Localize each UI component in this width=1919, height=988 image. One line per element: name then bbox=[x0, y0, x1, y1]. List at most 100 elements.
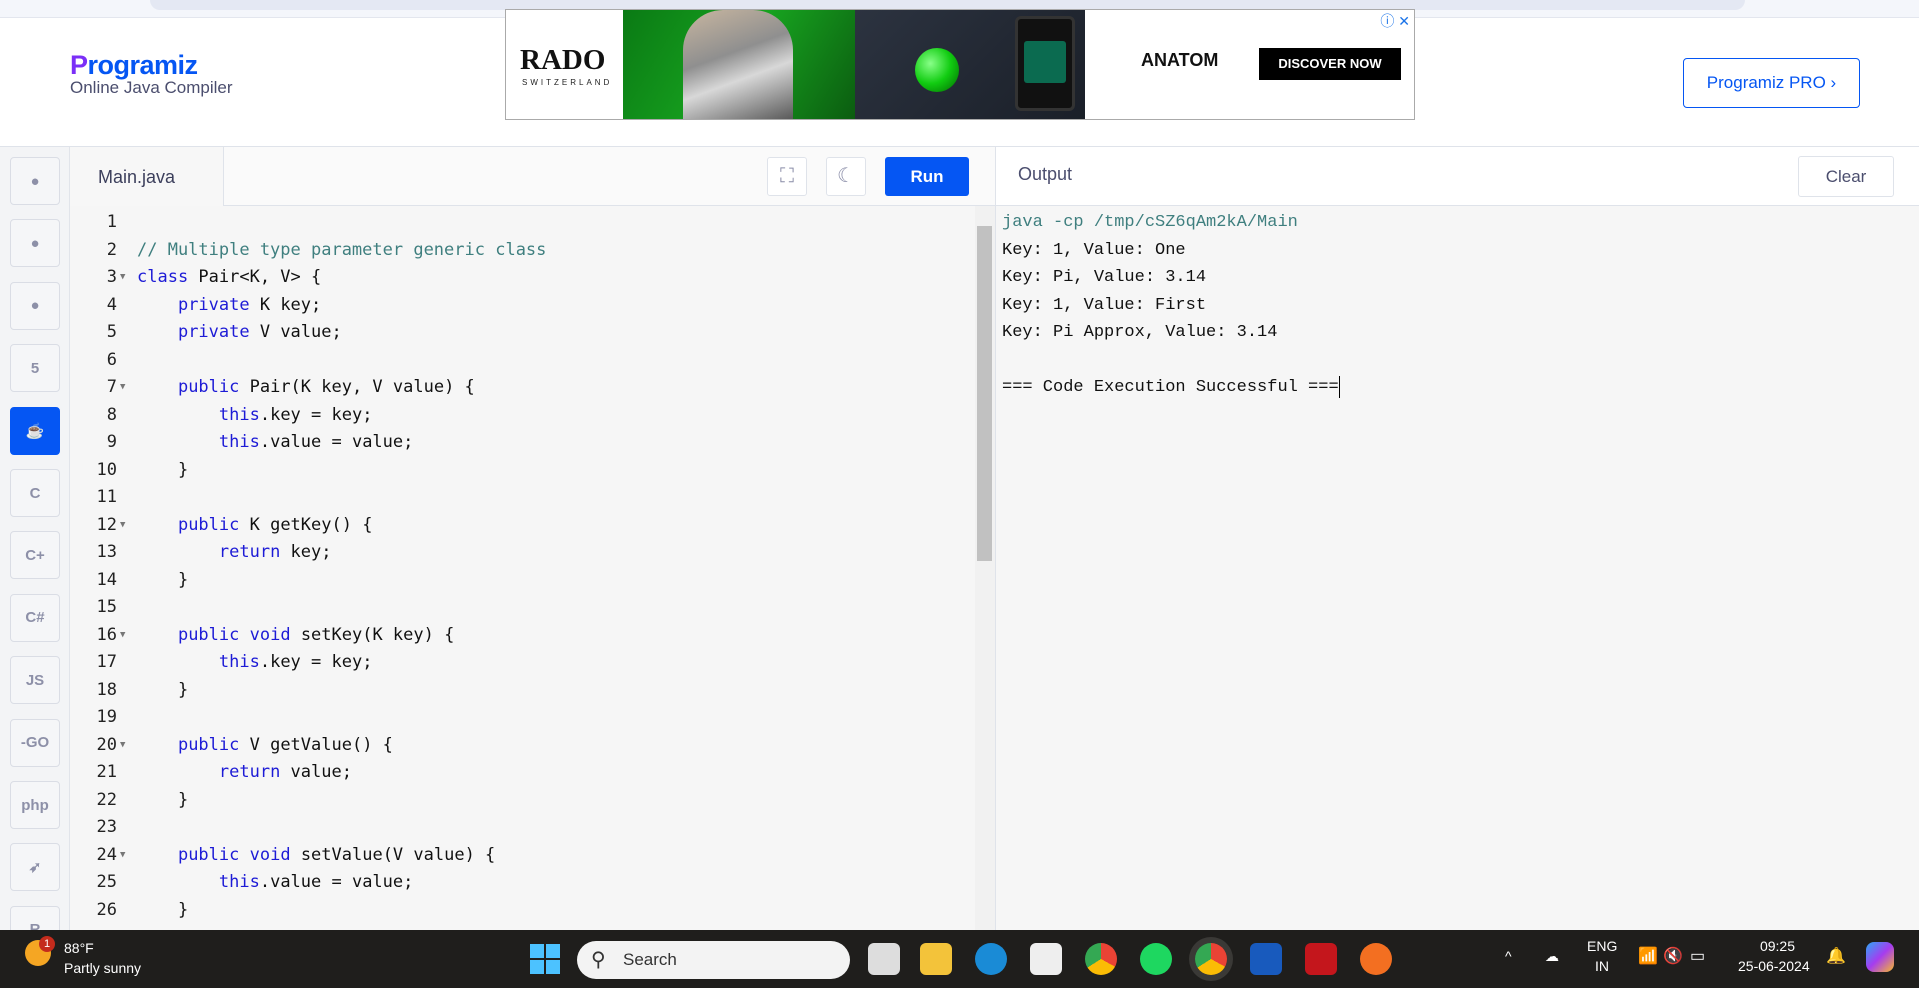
sidebar-item-cpp[interactable]: C+ bbox=[10, 531, 60, 580]
ad-close-icon[interactable]: ⓘ ✕ bbox=[1380, 11, 1410, 31]
code-line[interactable]: 17 this.key = key; bbox=[70, 649, 975, 677]
fold-arrow-icon[interactable]: ▼ bbox=[120, 374, 125, 402]
sidebar-item-php[interactable]: php bbox=[10, 781, 60, 829]
advertisement-banner[interactable]: RADO SWITZERLAND ANATOM DISCOVER NOW ⓘ ✕ bbox=[505, 9, 1415, 120]
js-icon: JS bbox=[25, 671, 45, 689]
chrome-icon[interactable] bbox=[1085, 943, 1117, 975]
code-line[interactable]: 18 } bbox=[70, 677, 975, 705]
fold-arrow-icon[interactable]: ▼ bbox=[120, 622, 125, 650]
code-line[interactable]: 3 ▼ class Pair<K, V> { bbox=[70, 264, 975, 292]
code-line[interactable]: 2 // Multiple type parameter generic clas… bbox=[70, 237, 975, 265]
ad-brand-sub: SWITZERLAND bbox=[522, 78, 613, 87]
volume-muted-icon[interactable]: 🔇 bbox=[1663, 946, 1683, 966]
dark-mode-button[interactable]: ☾ bbox=[826, 157, 866, 196]
code-line[interactable]: 4 private K key; bbox=[70, 292, 975, 320]
output-label: Output bbox=[1018, 164, 1073, 184]
ad-image-watch bbox=[855, 10, 1085, 119]
fold-arrow-icon[interactable]: ▼ bbox=[120, 512, 125, 540]
fold-arrow-icon[interactable]: ▼ bbox=[120, 264, 125, 292]
search-icon: ⚲ bbox=[591, 949, 606, 971]
code-line[interactable]: 6 bbox=[70, 347, 975, 375]
clear-button[interactable]: Clear bbox=[1798, 156, 1894, 197]
sidebar-item-csharp[interactable]: C# bbox=[10, 593, 60, 642]
code-line[interactable]: 7 ▼ public Pair(K key, V value) { bbox=[70, 374, 975, 402]
code-line[interactable]: 20 ▼ public V getValue() { bbox=[70, 732, 975, 760]
code-line[interactable]: 10 } bbox=[70, 457, 975, 485]
code-line[interactable]: 24 ▼ public void setValue(V value) { bbox=[70, 842, 975, 870]
code-text: public Pair(K key, V value) { bbox=[177, 377, 475, 397]
programiz-logo[interactable]: Programiz bbox=[70, 50, 198, 81]
fold-arrow-icon[interactable]: ▼ bbox=[120, 732, 125, 760]
code-text: } bbox=[137, 789, 189, 810]
line-number: 2 bbox=[106, 239, 117, 260]
line-number: 24 bbox=[96, 844, 117, 865]
code-line[interactable]: 15 bbox=[70, 594, 975, 622]
code-line[interactable]: 9 this.value = value; bbox=[70, 429, 975, 457]
code-line[interactable]: 11 bbox=[70, 484, 975, 512]
lang-label[interactable]: ENG bbox=[1587, 938, 1617, 954]
word-icon[interactable] bbox=[1250, 943, 1282, 975]
sidebar-item-go[interactable]: -GO bbox=[10, 718, 60, 767]
sidebar-item-python[interactable]: ● bbox=[10, 157, 60, 205]
code-line[interactable]: 8 this.key = key; bbox=[70, 402, 975, 430]
copilot-icon[interactable] bbox=[1866, 942, 1894, 972]
sidebar-item-js[interactable]: JS bbox=[10, 656, 60, 705]
code-line[interactable]: 22 } bbox=[70, 787, 975, 815]
code-text: public K getKey() { bbox=[177, 514, 373, 535]
onedrive-icon[interactable]: ☁ bbox=[1545, 948, 1559, 965]
code-editor[interactable]: 1 2// Multiple type parameter generic cla… bbox=[70, 206, 975, 930]
file-explorer-icon[interactable] bbox=[920, 943, 952, 975]
code-line[interactable]: 19 bbox=[70, 704, 975, 732]
code-line[interactable]: 16 ▼ public void setKey(K key) { bbox=[70, 622, 975, 650]
code-text: return value; bbox=[218, 762, 352, 782]
sidebar-item-html5[interactable]: 5 bbox=[10, 344, 60, 393]
edge-icon[interactable] bbox=[975, 943, 1007, 975]
code-line[interactable]: 21 return value; bbox=[70, 759, 975, 787]
sidebar-item-java[interactable]: ☕ bbox=[10, 406, 60, 455]
battery-icon[interactable]: ▭ bbox=[1690, 946, 1705, 966]
notification-bell-icon[interactable]: 🔔 bbox=[1826, 946, 1846, 966]
acrobat-icon[interactable] bbox=[1305, 943, 1337, 975]
code-line[interactable]: 25 this.value = value; bbox=[70, 869, 975, 897]
tab-main-java[interactable]: Main.java bbox=[70, 147, 224, 207]
code-line[interactable]: 12 ▼ public K getKey() { bbox=[70, 512, 975, 540]
code-line[interactable]: 13 return key; bbox=[70, 539, 975, 567]
chevron-up-icon[interactable]: ^ bbox=[1505, 948, 1512, 964]
windows-start-icon[interactable] bbox=[530, 944, 560, 974]
line-number: 17 bbox=[96, 652, 117, 672]
taskbar-search[interactable]: ⚲ Search bbox=[577, 941, 850, 979]
sidebar-item-swift[interactable]: ➶ bbox=[10, 843, 60, 892]
run-button[interactable]: Run bbox=[885, 157, 969, 196]
clock-date[interactable]: 25-06-2024 bbox=[1738, 958, 1833, 974]
sidebar-item-sql[interactable]: ● bbox=[10, 281, 60, 330]
code-line[interactable]: 1 bbox=[70, 209, 975, 237]
ad-cta-button[interactable]: DISCOVER NOW bbox=[1259, 48, 1401, 80]
php-icon: php bbox=[21, 796, 49, 814]
wifi-icon[interactable]: 📶 bbox=[1638, 946, 1658, 966]
spotify-icon[interactable] bbox=[1140, 943, 1172, 975]
store-icon[interactable] bbox=[1030, 943, 1062, 975]
line-number: 13 bbox=[96, 542, 117, 562]
output-line: Key: 1, Value: One bbox=[1002, 240, 1186, 260]
region-label[interactable]: IN bbox=[1595, 958, 1609, 974]
task-view-icon[interactable] bbox=[868, 943, 900, 975]
chrome-active-icon[interactable] bbox=[1195, 943, 1227, 975]
output-line: === Code Execution Successful === bbox=[1002, 374, 1340, 402]
code-text: } bbox=[137, 569, 189, 590]
clock-time[interactable]: 09:25 bbox=[1735, 938, 1795, 954]
code-line[interactable]: 5 private V value; bbox=[70, 319, 975, 347]
code-line[interactable]: 26 } bbox=[70, 897, 975, 925]
output-console[interactable]: java -cp /tmp/cSZ6qAm2kA/Main Key: 1, Val… bbox=[995, 206, 1919, 930]
sidebar-item-r[interactable]: ● bbox=[10, 219, 60, 268]
fullscreen-button[interactable]: ⛶ bbox=[767, 157, 807, 196]
code-line[interactable]: 23 bbox=[70, 814, 975, 842]
code-line[interactable]: 14 } bbox=[70, 567, 975, 595]
editor-scrollbar-thumb[interactable] bbox=[977, 226, 992, 561]
programiz-pro-button[interactable]: Programiz PRO › bbox=[1683, 58, 1860, 108]
fold-arrow-icon[interactable]: ▼ bbox=[120, 842, 125, 870]
weather-icon[interactable]: 1 bbox=[25, 936, 55, 971]
sidebar-item-c[interactable]: C bbox=[10, 469, 60, 517]
code-text: private V value; bbox=[177, 322, 342, 342]
code-text: public void setKey(K key) { bbox=[177, 624, 455, 645]
app-icon[interactable] bbox=[1360, 943, 1392, 975]
